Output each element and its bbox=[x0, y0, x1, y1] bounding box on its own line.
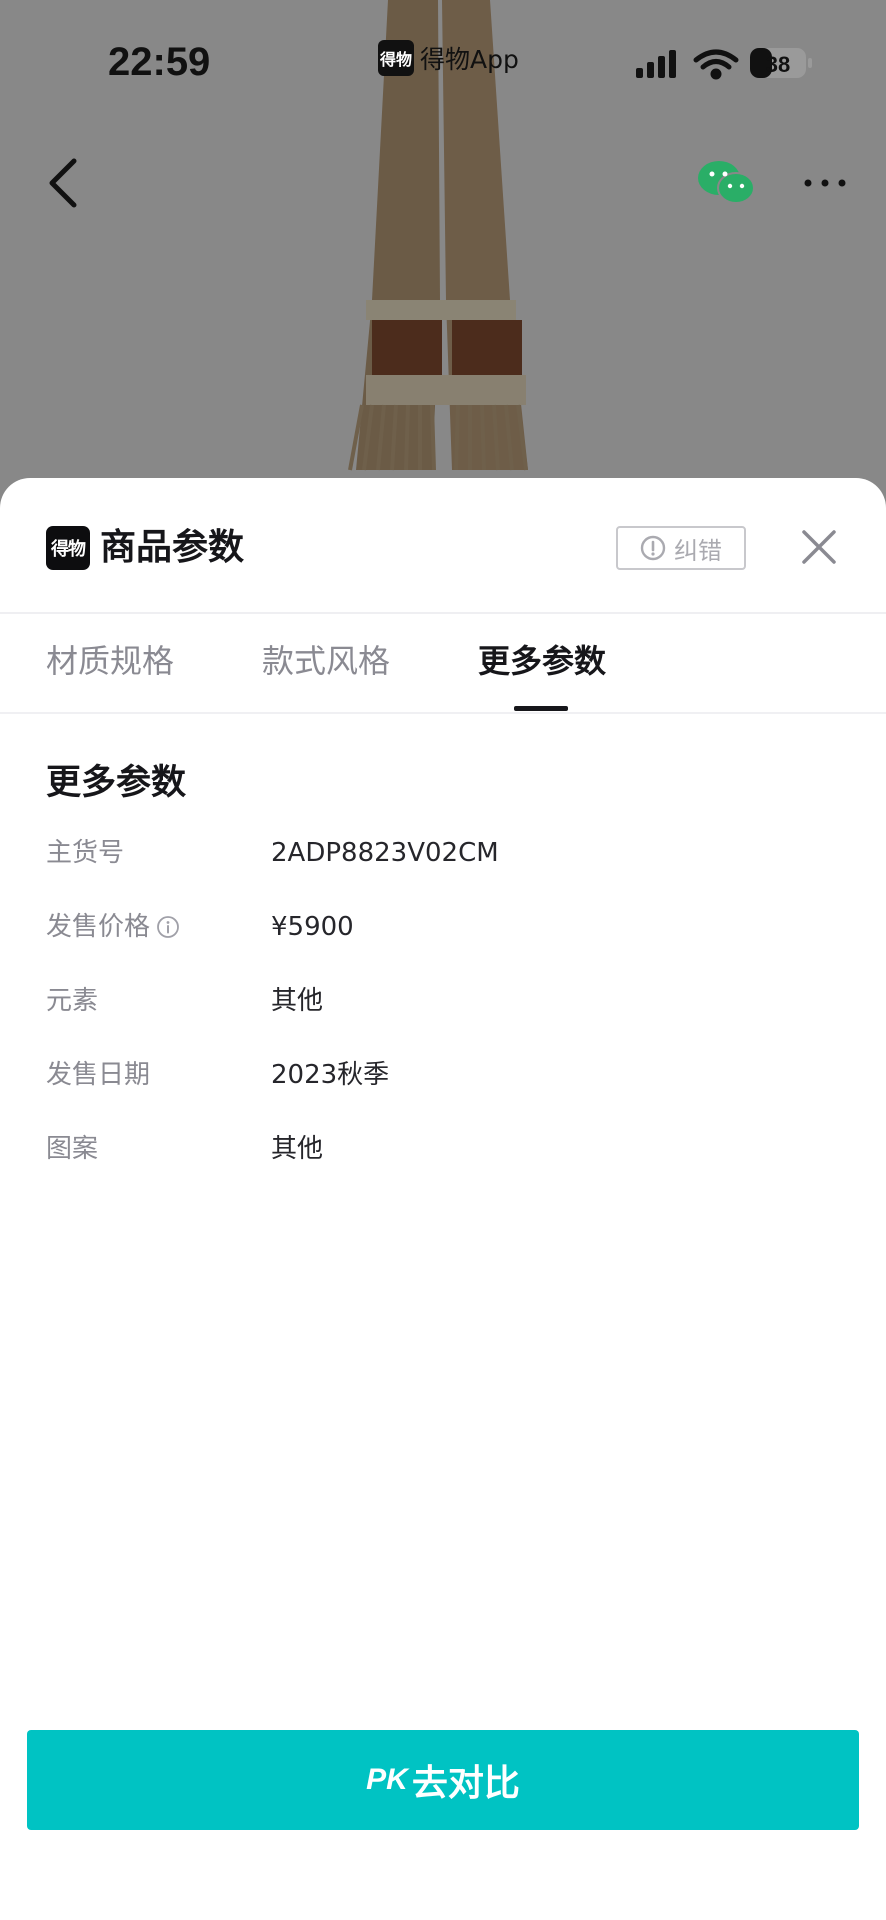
battery-icon: 38 bbox=[750, 48, 812, 78]
param-value: ¥5900 bbox=[271, 912, 354, 942]
pk-mark: PK bbox=[366, 1763, 408, 1796]
brand-logo: 得物 bbox=[46, 526, 90, 570]
wifi-icon bbox=[693, 49, 739, 80]
signal-icon bbox=[636, 50, 676, 78]
info-icon[interactable] bbox=[156, 915, 180, 939]
param-label: 主货号 bbox=[46, 838, 125, 868]
more-dots-icon[interactable] bbox=[800, 168, 850, 198]
status-time: 22:59 bbox=[108, 40, 211, 84]
chevron-left-icon[interactable] bbox=[40, 155, 84, 211]
active-tab-indicator bbox=[514, 706, 568, 711]
param-row-item-number: 主货号 2ADP8823V02CM bbox=[0, 828, 886, 878]
param-row-release-date: 发售日期 2023秋季 bbox=[0, 1050, 886, 1100]
pk-compare-button[interactable]: PK 去对比 bbox=[27, 1730, 859, 1830]
status-app-indicator: 得物 得物App bbox=[378, 40, 519, 76]
sheet-header: 得物 商品参数 纠错 bbox=[0, 478, 886, 614]
report-error-label: 纠错 bbox=[674, 536, 722, 565]
param-row-release-price: 发售价格 ¥5900 bbox=[0, 902, 886, 952]
section-title: 更多参数 bbox=[46, 763, 187, 803]
param-label: 发售价格 bbox=[46, 912, 151, 942]
tab-material-specs[interactable]: 材质规格 bbox=[46, 614, 174, 714]
param-value: 其他 bbox=[271, 986, 324, 1016]
param-value: 2023秋季 bbox=[271, 1060, 390, 1090]
product-backdrop: 22:59 得物 得物App 38 bbox=[0, 0, 886, 520]
battery-level: 38 bbox=[766, 52, 790, 77]
sheet-title: 商品参数 bbox=[100, 527, 245, 568]
param-row-element: 元素 其他 bbox=[0, 976, 886, 1026]
param-label: 元素 bbox=[46, 986, 99, 1016]
param-row-pattern: 图案 其他 bbox=[0, 1124, 886, 1174]
pk-compare-label: 去对比 bbox=[411, 1762, 520, 1803]
status-icons: 38 bbox=[636, 48, 812, 80]
tab-more-params[interactable]: 更多参数 bbox=[478, 614, 606, 714]
status-app-name: 得物App bbox=[420, 45, 519, 74]
param-label: 发售日期 bbox=[46, 1060, 151, 1090]
product-params-sheet: 得物 商品参数 纠错 材质规格 款式风格 更多参数 更多参数 主货号 2ADP8… bbox=[0, 478, 886, 1920]
report-error-button[interactable]: 纠错 bbox=[616, 526, 746, 570]
app-logo: 得物 bbox=[378, 40, 414, 76]
param-value: 2ADP8823V02CM bbox=[271, 838, 499, 868]
close-icon[interactable] bbox=[800, 528, 838, 566]
param-label: 图案 bbox=[46, 1134, 99, 1164]
param-tabs: 材质规格 款式风格 更多参数 bbox=[0, 614, 886, 714]
tab-style[interactable]: 款式风格 bbox=[262, 614, 390, 714]
wechat-icon[interactable] bbox=[696, 158, 756, 208]
param-value: 其他 bbox=[271, 1134, 324, 1164]
alert-circle-icon bbox=[640, 535, 666, 561]
